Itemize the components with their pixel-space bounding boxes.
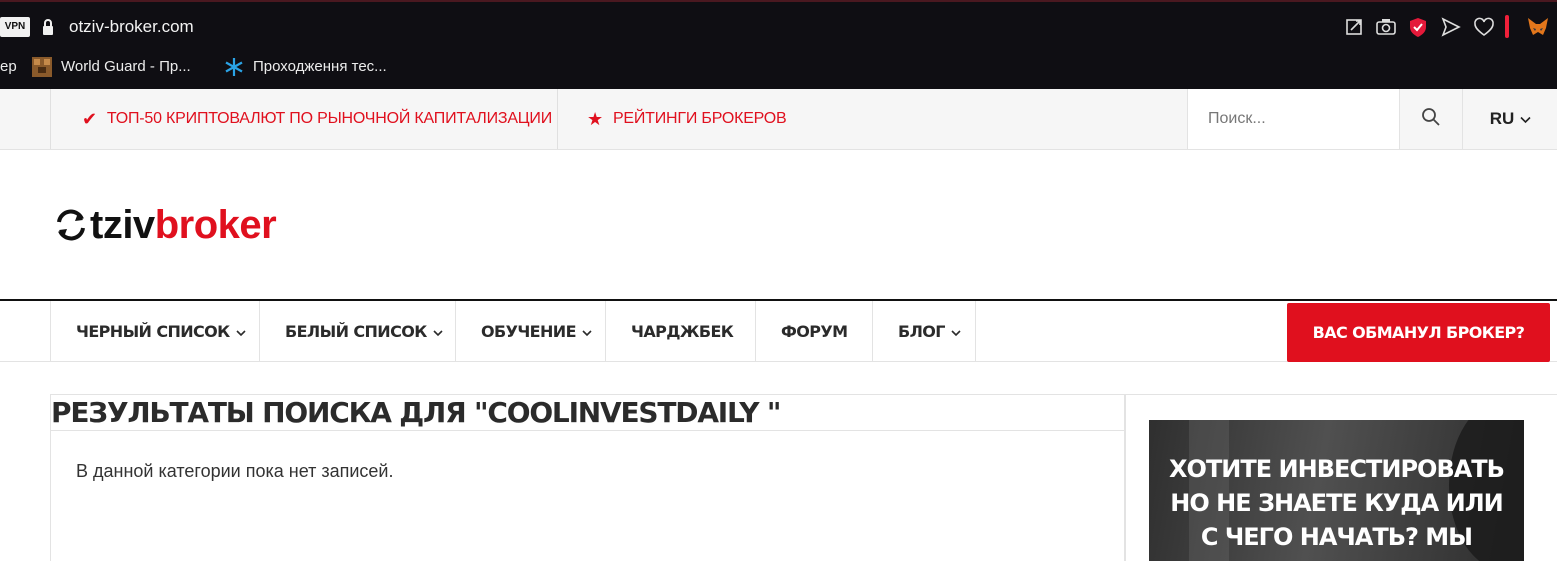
nav-item-label: БЕЛЫЙ СПИСОК (285, 322, 427, 341)
nav-item-label: ЧЕРНЫЙ СПИСОК (76, 322, 230, 341)
promo-line: ХОТИТЕ ИНВЕСТИРОВАТЬ (1169, 455, 1505, 483)
promo-banner[interactable]: ХОТИТЕ ИНВЕСТИРОВАТЬ НО НЕ ЗНАЕТЕ КУДА И… (1149, 420, 1524, 561)
chevron-down-icon (951, 322, 961, 341)
search-field[interactable] (1187, 89, 1400, 149)
top-link-ratings[interactable]: ★ РЕЙТИНГИ БРОКЕРОВ (587, 89, 787, 149)
site-logo[interactable]: tziv broker (54, 200, 277, 250)
bookmark-item-world-guard[interactable]: World Guard - Пр... (32, 56, 191, 78)
nav-item-label: ФОРУМ (781, 322, 848, 341)
logo-text-black: tziv (90, 203, 155, 247)
vpn-badge[interactable]: VPN (0, 17, 30, 37)
bookmark-label: Проходження тес... (253, 58, 387, 75)
address-bar-url[interactable]: otziv-broker.com (69, 16, 194, 38)
chevron-down-icon (1520, 109, 1531, 129)
minecraft-block-icon (32, 57, 52, 77)
metamask-fox-icon[interactable] (1526, 16, 1550, 38)
search-input[interactable] (1188, 89, 1400, 149)
nav-item-education[interactable]: ОБУЧЕНИЕ (456, 301, 606, 362)
browser-chrome: VPN otziv-broker.com ер World Guard - Пр… (0, 0, 1557, 89)
shield-icon[interactable] (1408, 16, 1428, 38)
nav-item-chargeback[interactable]: ЧАРДЖБЕК (606, 301, 756, 362)
search-results-panel: РЕЗУЛЬТАТЫ ПОИСКА ДЛЯ "COOLINVESTDAILY "… (50, 394, 1126, 561)
main-navigation: ЧЕРНЫЙ СПИСОК БЕЛЫЙ СПИСОК ОБУЧЕНИЕ ЧАРД… (0, 299, 1557, 362)
top-link-crypto[interactable]: ✔ ТОП-50 КРИПТОВАЛЮТ ПО РЫНОЧНОЙ КАПИТАЛ… (82, 89, 552, 149)
snowflake-icon (224, 57, 244, 77)
promo-text: ХОТИТЕ ИНВЕСТИРОВАТЬ НО НЕ ЗНАЕТЕ КУДА И… (1149, 452, 1524, 554)
bookmark-label: World Guard - Пр... (61, 58, 191, 75)
star-icon: ★ (587, 109, 603, 129)
heart-icon[interactable] (1473, 16, 1495, 38)
promo-line: С ЧЕГО НАЧАТЬ? МЫ (1200, 523, 1473, 551)
nav-item-forum[interactable]: ФОРУМ (756, 301, 873, 362)
nav-item-whitelist[interactable]: БЕЛЫЙ СПИСОК (260, 301, 456, 362)
nav-item-label: ЧАРДЖБЕК (631, 322, 734, 341)
chevron-down-icon (433, 322, 443, 341)
bookmark-item-test[interactable]: Проходження тес... (224, 56, 387, 78)
top-link-label: ТОП-50 КРИПТОВАЛЮТ ПО РЫНОЧНОЙ КАПИТАЛИЗ… (106, 110, 553, 127)
logo-text-red: broker (154, 203, 277, 247)
refresh-o-logo-icon (54, 208, 88, 242)
nav-item-label: ОБУЧЕНИЕ (481, 322, 577, 341)
lock-icon[interactable] (42, 18, 54, 36)
top-bar-divider (557, 89, 558, 149)
language-label: RU (1489, 109, 1515, 128)
search-button[interactable] (1399, 89, 1462, 149)
nav-item-blog[interactable]: БЛОГ (873, 301, 976, 362)
bookmark-item-partial[interactable]: ер (0, 56, 17, 78)
tab-strip-edge (0, 0, 1557, 2)
top-bar-divider (50, 89, 51, 149)
extensions-separator (1505, 15, 1509, 38)
scammed-by-broker-button[interactable]: ВАС ОБМАНУЛ БРОКЕР? (1287, 303, 1550, 362)
chevron-down-icon (236, 322, 246, 341)
language-selector[interactable]: RU (1462, 89, 1557, 149)
camera-icon[interactable] (1375, 16, 1397, 38)
search-icon (1421, 107, 1441, 132)
bookmark-label: ер (0, 58, 17, 75)
top-link-label: РЕЙТИНГИ БРОКЕРОВ (612, 110, 787, 127)
top-bar: ✔ ТОП-50 КРИПТОВАЛЮТ ПО РЫНОЧНОЙ КАПИТАЛ… (0, 89, 1557, 150)
page-title: РЕЗУЛЬТАТЫ ПОИСКА ДЛЯ "COOLINVESTDAILY " (51, 395, 1125, 431)
send-icon[interactable] (1441, 16, 1461, 38)
check-icon: ✔ (82, 109, 97, 129)
empty-results-message: В данной категории пока нет записей. (76, 461, 394, 481)
chevron-down-icon (582, 322, 592, 341)
promo-line: НО НЕ ЗНАЕТЕ КУДА ИЛИ (1170, 489, 1503, 517)
share-edit-icon[interactable] (1345, 16, 1365, 38)
nav-item-blacklist[interactable]: ЧЕРНЫЙ СПИСОК (50, 301, 260, 362)
nav-item-label: БЛОГ (898, 322, 945, 341)
